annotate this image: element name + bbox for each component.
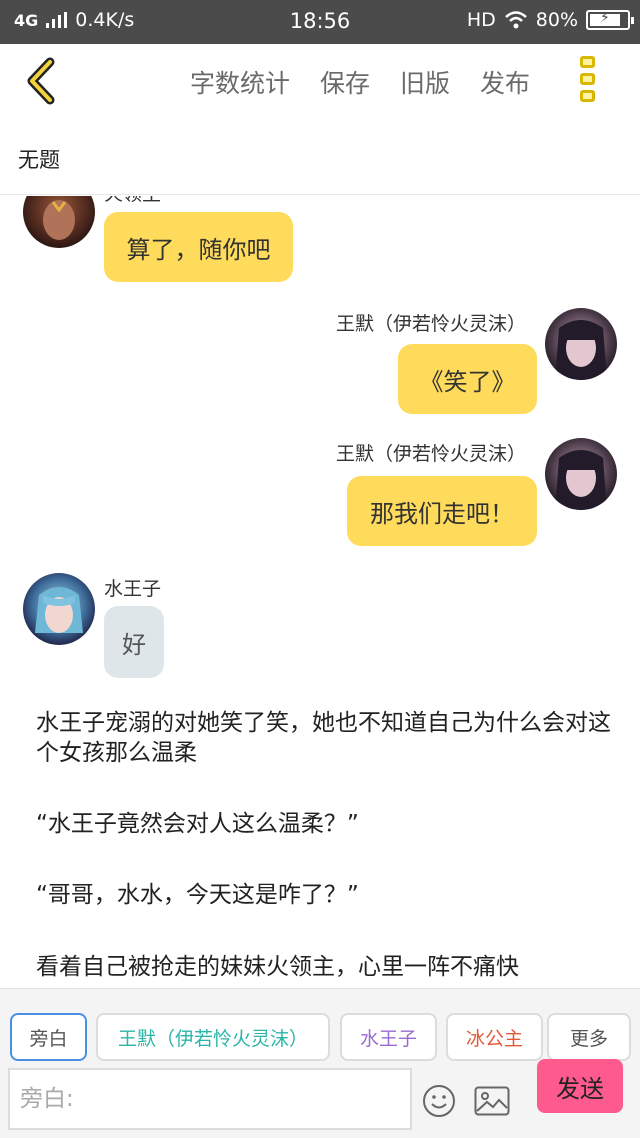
image-icon[interactable] [474, 1086, 510, 1116]
top-toolbar: 字数统计 保存 旧版 发布 [0, 44, 640, 122]
character-chip-water-prince[interactable]: 水王子 [340, 1013, 437, 1061]
character-chip-wangmo[interactable]: 王默（伊若怜火灵沫） [96, 1013, 330, 1061]
old-version-button[interactable]: 旧版 [400, 64, 450, 100]
battery-icon: ⚡ [586, 10, 634, 30]
save-button[interactable]: 保存 [320, 64, 370, 100]
character-chip-narrator[interactable]: 旁白 [10, 1013, 87, 1061]
speaker-name: 水王子 [104, 578, 162, 600]
message-bubble[interactable]: 那我们走吧！ [347, 476, 537, 546]
wifi-icon [504, 11, 527, 29]
message-bubble[interactable]: 《笑了》 [398, 344, 537, 414]
speaker-name: 王默（伊若怜火灵沫） [335, 313, 526, 335]
battery-percent: 80% [535, 9, 578, 31]
avatar[interactable] [545, 308, 617, 380]
chevron-left-icon[interactable] [22, 56, 62, 106]
speaker-name: 王默（伊若怜火灵沫） [335, 443, 526, 465]
story-title: 无题 [18, 148, 60, 172]
more-vertical-icon[interactable] [580, 56, 596, 102]
status-right: HD 80% ⚡ [466, 9, 634, 31]
message-input[interactable] [10, 1070, 410, 1128]
narration-text[interactable]: “哥哥，水水，今天这是咋了？” [36, 880, 616, 910]
more-characters-button[interactable]: 更多 [547, 1013, 631, 1061]
message-input-box[interactable] [8, 1068, 412, 1130]
smiley-icon[interactable] [422, 1084, 456, 1118]
word-count-button[interactable]: 字数统计 [190, 64, 290, 100]
send-button[interactable]: 发送 [537, 1059, 623, 1113]
composer: 旁白 王默（伊若怜火灵沫） 水王子 冰公主 更多 发送 [0, 988, 640, 1138]
narration-text[interactable]: “水王子竟然会对人这么温柔？” [36, 809, 616, 839]
narration-text[interactable]: 水王子宠溺的对她笑了笑，她也不知道自己为什么会对这个女孩那么温柔 [36, 708, 616, 768]
publish-button[interactable]: 发布 [480, 64, 530, 100]
avatar[interactable] [545, 438, 617, 510]
avatar[interactable] [23, 196, 95, 248]
title-row[interactable]: 无题 [0, 122, 640, 195]
toolbar-actions: 字数统计 保存 旧版 发布 [190, 64, 530, 100]
message-bubble[interactable]: 好 [104, 606, 164, 678]
character-chip-ice-princess[interactable]: 冰公主 [446, 1013, 543, 1061]
narration-text[interactable]: 看着自己被抢走的妹妹火领主，心里一阵不痛快 [36, 952, 616, 982]
message-bubble[interactable]: 算了，随你吧 [104, 212, 293, 282]
speaker-name: 火领主 [104, 196, 161, 206]
avatar[interactable] [23, 573, 95, 645]
chat-area[interactable]: 火领主 算了，随你吧 王默（伊若怜火灵沫） 《笑了》 王默（伊若怜火灵沫） 那我… [0, 196, 640, 988]
hd-indicator: HD [466, 9, 496, 31]
status-bar: 4G 0.4K/s 18:56 HD 80% ⚡ [0, 0, 640, 44]
